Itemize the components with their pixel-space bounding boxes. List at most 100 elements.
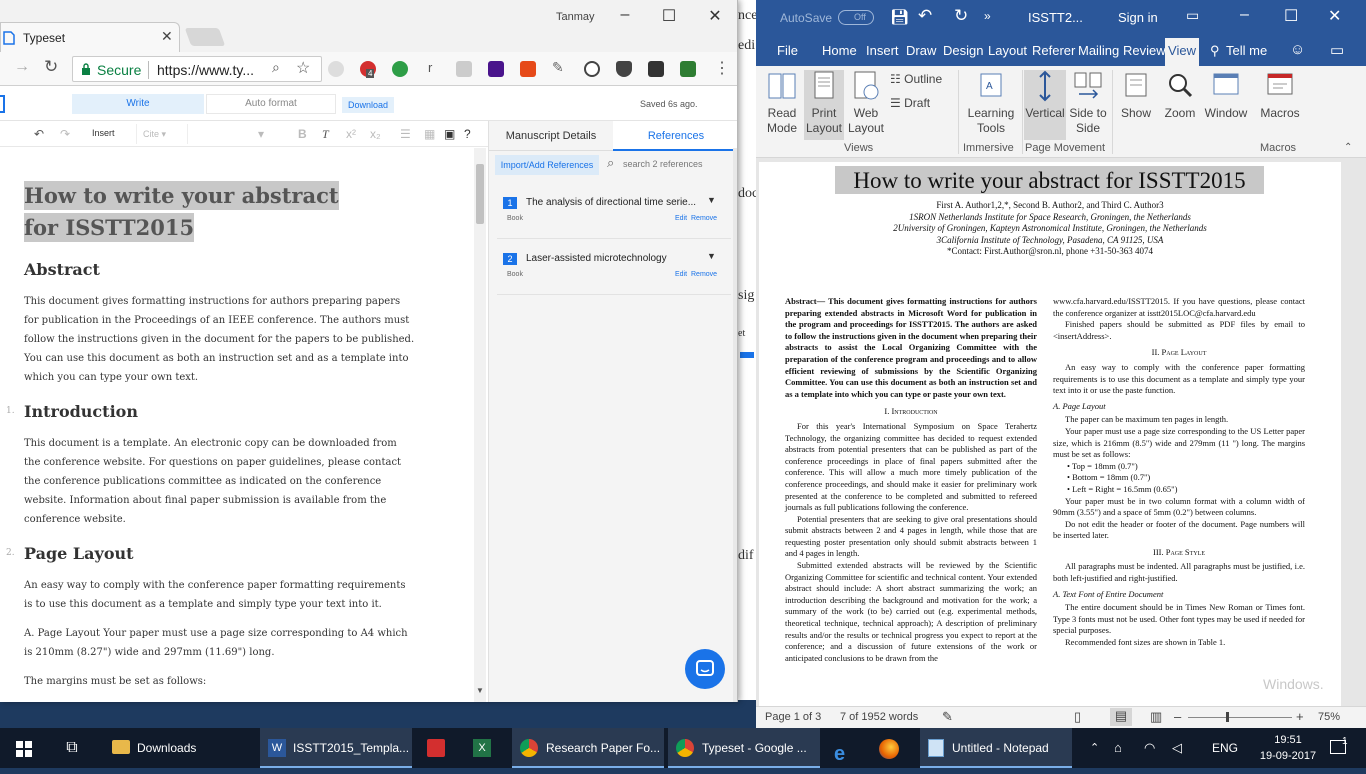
word-doc-title[interactable]: How to write your abstract for ISSTT2015 — [835, 166, 1264, 194]
paragraph[interactable]: A. Page Layout Your paper must use a pag… — [24, 624, 416, 662]
bookmark-star-icon[interactable]: ☆ — [296, 58, 310, 78]
pocket-icon[interactable] — [616, 61, 632, 77]
menu-kebab-icon[interactable]: ⋮ — [714, 58, 730, 78]
taskbar-item-downloads[interactable]: Downloads — [104, 728, 258, 768]
sign-in-link[interactable]: Sign in — [1118, 10, 1158, 25]
taskbar-item-chrome-research[interactable]: Research Paper Fo... — [512, 728, 664, 768]
tab-references[interactable]: Referer — [1032, 43, 1075, 58]
action-center[interactable]: 1 — [1322, 728, 1358, 768]
profile-name[interactable]: Tanmay — [556, 11, 595, 23]
autosave-toggle[interactable]: Off — [838, 10, 874, 25]
sheets-extension-icon[interactable] — [680, 61, 696, 77]
show-hidden-icons[interactable]: ⌃ — [1090, 728, 1099, 768]
m-extension-icon[interactable] — [648, 61, 664, 77]
section-heading[interactable]: Introduction — [24, 402, 138, 421]
reference-item[interactable]: 2 Laser-assisted microtechnology ▼ Book … — [497, 247, 731, 295]
more-icon[interactable]: » — [984, 9, 991, 23]
paragraph[interactable]: This document gives formatting instructi… — [24, 292, 416, 387]
forward-icon[interactable]: → — [14, 58, 30, 76]
section-heading[interactable]: Abstract — [24, 260, 100, 279]
tab-view[interactable]: View — [1165, 38, 1199, 66]
outline-button[interactable]: ☷ Outline — [890, 72, 942, 86]
learning-tools-button[interactable]: A Learning Tools — [962, 70, 1020, 136]
close-icon[interactable]: ✕ — [700, 6, 730, 26]
authors-block[interactable]: First A. Author1,2,*, Second B. Author2,… — [759, 200, 1341, 258]
tell-me-input[interactable]: Tell me — [1226, 43, 1267, 58]
print-layout-button[interactable]: Print Layout — [804, 70, 844, 140]
task-view-icon[interactable]: ⧉ — [54, 728, 90, 768]
show-button[interactable]: Show — [1116, 70, 1156, 121]
maximize-icon[interactable]: ☐ — [1284, 6, 1298, 26]
tab-close-icon[interactable]: ✕ — [161, 28, 173, 45]
redo-icon[interactable]: ↷ — [60, 127, 70, 141]
word-scrollbar[interactable] — [1344, 160, 1364, 706]
table-icon[interactable]: ▦ — [424, 127, 435, 141]
wifi-icon[interactable]: ◠ — [1144, 728, 1155, 768]
scrollbar-thumb[interactable] — [476, 164, 484, 224]
search-icon[interactable]: ⌕ — [272, 59, 280, 76]
taskbar-excel[interactable]: X — [462, 728, 502, 768]
paragraph[interactable]: This document is a template. An electron… — [24, 434, 416, 529]
tab-draw[interactable]: Draw — [906, 43, 936, 58]
web-layout-status-icon[interactable]: ▥ — [1150, 709, 1162, 725]
side-to-side-button[interactable]: Side to Side — [1068, 70, 1108, 136]
save-icon[interactable]: 💾︎ — [890, 8, 909, 26]
word-count[interactable]: 7 of 1952 words — [840, 711, 918, 723]
taskbar-item-word[interactable]: W ISSTT2015_Templa... — [260, 728, 412, 768]
import-references-button[interactable]: Import/Add References — [495, 155, 599, 175]
draft-button[interactable]: ☰ Draft — [890, 96, 930, 110]
edit-reference-link[interactable]: Edit — [675, 271, 687, 278]
window-button[interactable]: Window — [1202, 70, 1250, 121]
taskbar-item-chrome-typeset[interactable]: Typeset - Google ... — [668, 728, 820, 768]
edit-reference-link[interactable]: Edit — [675, 215, 687, 222]
zoom-level[interactable]: 75% — [1318, 711, 1340, 723]
reload-icon[interactable]: ↻ — [44, 57, 58, 77]
list-icon[interactable]: ☰ — [400, 127, 411, 141]
input-language[interactable]: ENG — [1212, 728, 1238, 768]
undo-icon[interactable]: ↶ — [34, 127, 44, 141]
italic-icon[interactable]: T — [322, 127, 329, 142]
reference-item[interactable]: 1 The analysis of directional time serie… — [497, 191, 731, 239]
address-bar[interactable]: Secure https://www.ty... — [72, 56, 322, 82]
macros-button[interactable]: Macros — [1256, 70, 1304, 121]
subscript-icon[interactable]: x₂ — [370, 127, 381, 141]
autoformat-tab[interactable]: Auto format — [206, 94, 336, 114]
share-user-icon[interactable]: ☺ — [1290, 41, 1305, 58]
web-layout-button[interactable]: Web Layout — [846, 70, 886, 136]
close-icon[interactable]: ✕ — [1328, 6, 1341, 26]
vertical-button[interactable]: Vertical — [1024, 70, 1066, 140]
style-dropdown-icon[interactable]: ▾ — [258, 127, 264, 141]
volume-icon[interactable]: ◁ — [1172, 728, 1182, 768]
new-tab-button[interactable] — [184, 28, 226, 46]
remove-reference-link[interactable]: Remove — [691, 215, 717, 222]
insert-menu[interactable]: Insert — [92, 128, 115, 138]
chat-support-button[interactable] — [685, 649, 725, 689]
zoom-in-icon[interactable]: + — [1296, 709, 1304, 724]
minimize-icon[interactable]: – — [1240, 6, 1249, 24]
page-count[interactable]: Page 1 of 3 — [765, 711, 821, 723]
proofing-icon[interactable]: ✎ — [942, 709, 953, 725]
camera-extension-icon[interactable] — [456, 61, 472, 77]
read-mode-status-icon[interactable]: ▯ — [1074, 709, 1081, 725]
zoom-slider[interactable] — [1188, 717, 1292, 718]
start-button[interactable] — [0, 728, 48, 768]
extension-r-icon[interactable]: r — [428, 60, 432, 75]
typeset-document[interactable]: How to write your abstract for ISSTT2015… — [0, 148, 474, 702]
clock[interactable]: 19:51 19-09-2017 — [1256, 728, 1320, 768]
comments-icon[interactable]: ▭ — [1330, 41, 1344, 59]
panel-scrollbar[interactable] — [733, 148, 737, 702]
minimize-icon[interactable]: – — [610, 6, 640, 24]
tab-typeset[interactable]: Typeset ✕ — [0, 22, 180, 52]
section-heading[interactable]: Page Layout — [24, 544, 134, 563]
image-icon[interactable]: ▣ — [444, 127, 455, 141]
document-scrollbar[interactable]: ▼ — [474, 148, 486, 702]
grammarly-icon[interactable] — [392, 61, 408, 77]
cite-dropdown[interactable]: Cite ▾ — [136, 124, 188, 144]
info-extension-icon[interactable] — [584, 61, 600, 77]
w-extension-icon[interactable] — [488, 61, 504, 77]
taskbar-pinned-app[interactable] — [418, 728, 454, 768]
undo-icon[interactable]: ↶ — [918, 6, 932, 26]
collapse-ribbon-icon[interactable]: ⌃ — [1344, 142, 1352, 153]
pen-extension-icon[interactable]: ✎ — [552, 59, 564, 76]
adblock-icon[interactable]: 4 — [360, 61, 376, 78]
